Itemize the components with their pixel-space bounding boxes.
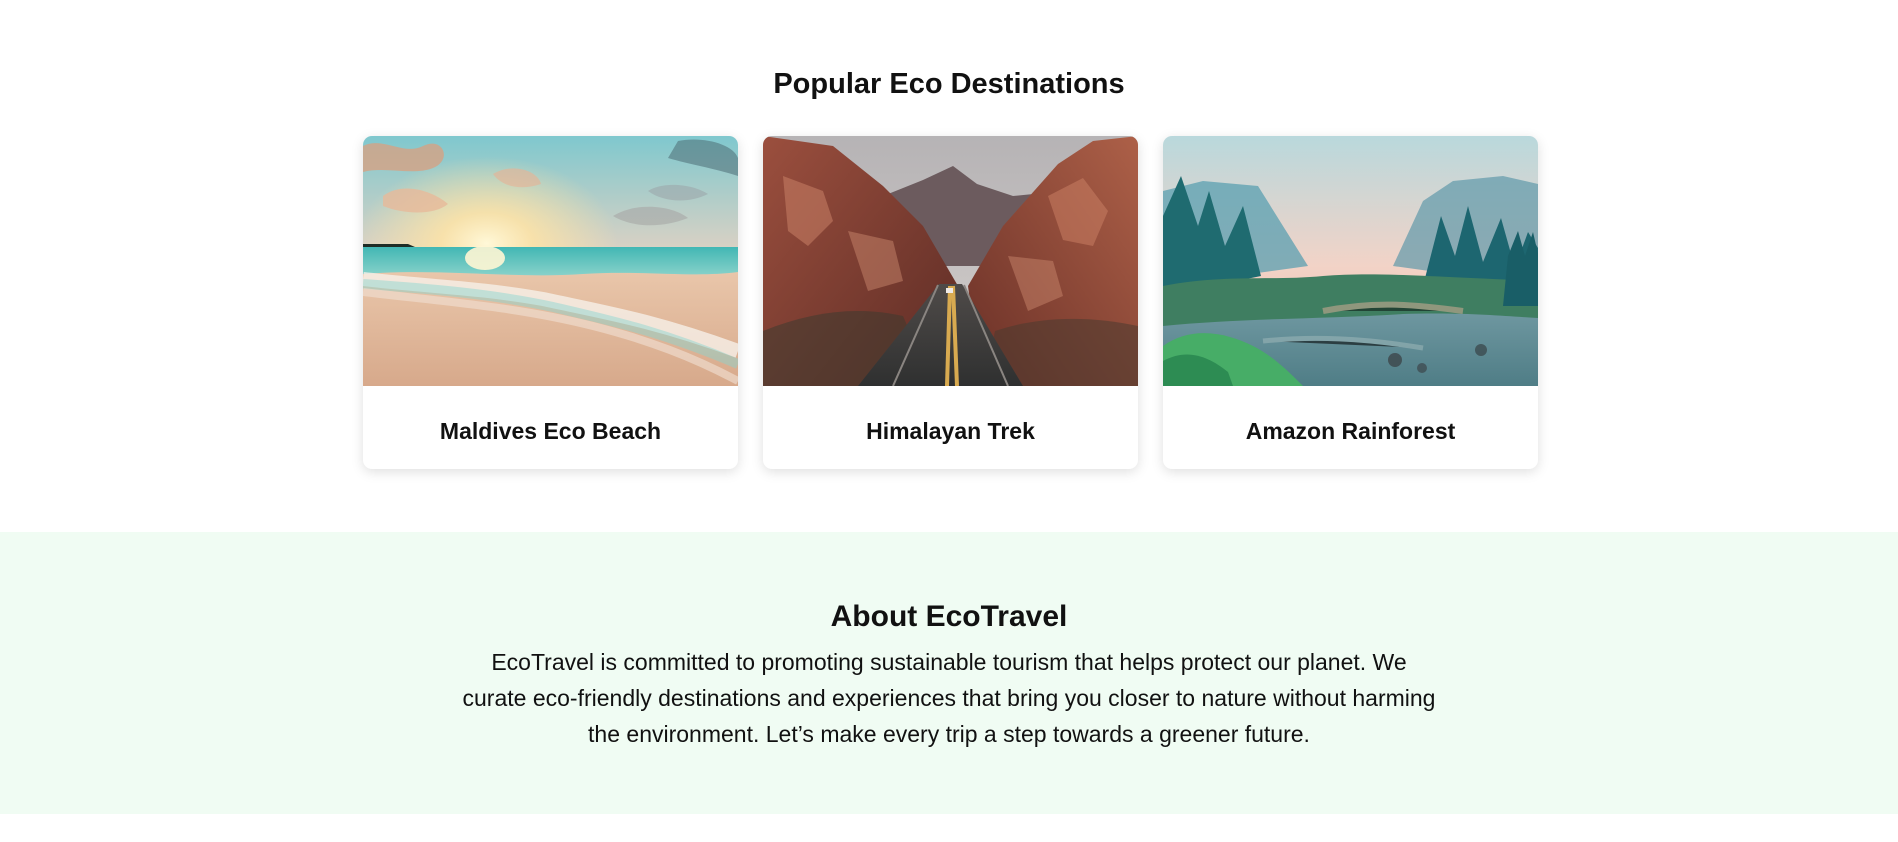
beach-sunset-image [363,136,738,386]
about-title: About EcoTravel [830,600,1068,633]
destination-card-himalayan[interactable]: Himalayan Trek [763,136,1138,469]
destination-card-title: Maldives Eco Beach [439,418,662,444]
forest-river-image [1163,136,1538,386]
about-description: EcoTravel is committed to promoting sust… [462,649,1436,747]
mountain-road-image [763,136,1138,386]
destinations-title: Popular Eco Destinations [773,68,1125,100]
destination-cards: Maldives Eco Beach Himalayan Trek Amazon… [363,136,1539,469]
about-section: About EcoTravel EcoTravel is committed t… [0,532,1898,814]
destination-card-title: Amazon Rainforest [1245,418,1456,444]
destinations-section: Popular Eco Destinations Maldives Eco Be… [0,0,1898,532]
destination-card-amazon[interactable]: Amazon Rainforest [1163,136,1538,469]
destination-card-maldives[interactable]: Maldives Eco Beach [363,136,738,469]
destination-card-title: Himalayan Trek [866,418,1035,444]
